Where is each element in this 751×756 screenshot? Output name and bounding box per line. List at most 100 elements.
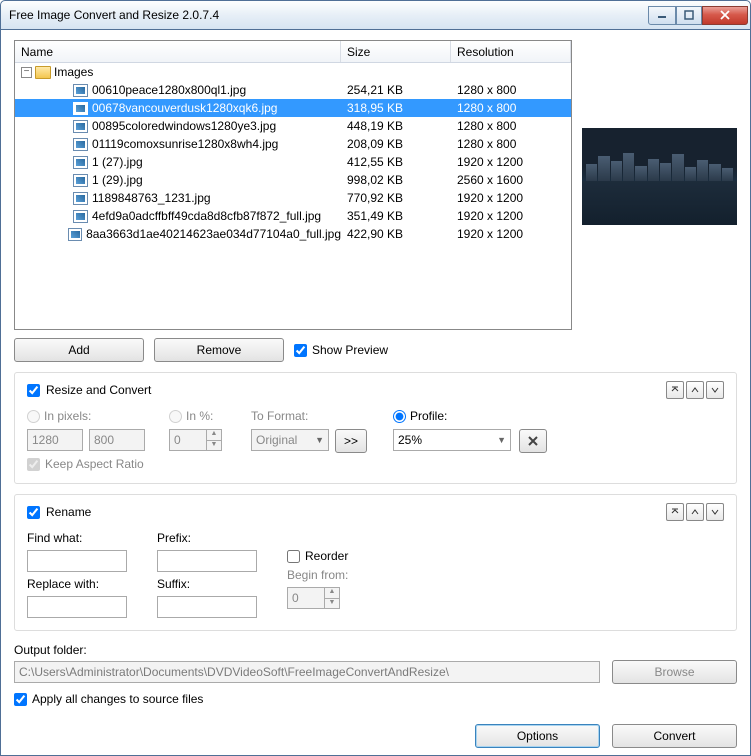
image-file-icon	[68, 228, 82, 241]
width-input[interactable]: 1280	[27, 429, 83, 451]
height-input[interactable]: 800	[89, 429, 145, 451]
file-name: 4efd9a0adcffbff49cda8d8cfb87f872_full.jp…	[92, 209, 341, 223]
image-file-icon	[73, 174, 88, 187]
file-name: 1 (27).jpg	[92, 155, 341, 169]
file-resolution: 1920 x 1200	[451, 191, 571, 205]
percent-input[interactable]: 0	[169, 429, 207, 451]
panel-up-icon[interactable]	[686, 381, 704, 399]
panel-up-icon[interactable]	[686, 503, 704, 521]
image-file-icon	[73, 120, 88, 133]
panel-top-icon[interactable]	[666, 381, 684, 399]
image-file-icon	[73, 210, 88, 223]
titlebar[interactable]: Free Image Convert and Resize 2.0.7.4	[0, 0, 751, 30]
begin-from-label: Begin from:	[287, 568, 348, 582]
reorder-check[interactable]: Reorder	[287, 549, 348, 563]
suffix-input[interactable]	[157, 596, 257, 618]
file-row[interactable]: 4efd9a0adcffbff49cda8d8cfb87f872_full.jp…	[15, 207, 571, 225]
collapse-icon[interactable]: −	[21, 67, 32, 78]
file-row[interactable]: 1 (27).jpg412,55 KB1920 x 1200	[15, 153, 571, 171]
rename-enable-checkbox[interactable]	[27, 506, 40, 519]
preview-pane	[582, 40, 737, 362]
file-resolution: 1280 x 800	[451, 119, 571, 133]
file-name: 8aa3663d1ae40214623ae034d77104a0_full.jp…	[86, 227, 341, 241]
file-resolution: 1920 x 1200	[451, 227, 571, 241]
in-percent-radio[interactable]: In %:	[169, 409, 237, 423]
tree-root[interactable]: −Images	[15, 63, 571, 81]
minimize-button[interactable]	[648, 6, 676, 25]
resize-panel: Resize and Convert In pixels: 1280 800 K…	[14, 372, 737, 484]
file-row[interactable]: 1189848763_1231.jpg770,92 KB1920 x 1200	[15, 189, 571, 207]
apply-format-button[interactable]: >>	[335, 429, 367, 453]
file-size: 448,19 KB	[341, 119, 451, 133]
file-row[interactable]: 00678vancouverdusk1280xqk6.jpg318,95 KB1…	[15, 99, 571, 117]
file-name: 00895coloredwindows1280ye3.jpg	[92, 119, 341, 133]
keep-aspect-check[interactable]: Keep Aspect Ratio	[27, 457, 155, 471]
col-header-name[interactable]: Name	[15, 41, 341, 62]
file-resolution: 1280 x 800	[451, 137, 571, 151]
file-list[interactable]: Name Size Resolution −Images00610peace12…	[14, 40, 572, 330]
file-size: 412,55 KB	[341, 155, 451, 169]
apply-all-check[interactable]: Apply all changes to source files	[14, 692, 737, 706]
convert-button[interactable]: Convert	[612, 724, 737, 748]
file-resolution: 1920 x 1200	[451, 155, 571, 169]
file-row[interactable]: 01119comoxsunrise1280x8wh4.jpg208,09 KB1…	[15, 135, 571, 153]
file-name: 1189848763_1231.jpg	[92, 191, 341, 205]
maximize-button[interactable]	[676, 6, 702, 25]
file-row[interactable]: 00895coloredwindows1280ye3.jpg448,19 KB1…	[15, 117, 571, 135]
file-row[interactable]: 1 (29).jpg998,02 KB2560 x 1600	[15, 171, 571, 189]
image-file-icon	[73, 84, 88, 97]
prefix-label: Prefix:	[157, 531, 257, 545]
remove-button[interactable]: Remove	[154, 338, 284, 362]
panel-down-icon[interactable]	[706, 381, 724, 399]
image-file-icon	[73, 156, 88, 169]
col-header-size[interactable]: Size	[341, 41, 451, 62]
format-combo[interactable]: Original▼	[251, 429, 329, 451]
delete-profile-button[interactable]	[519, 429, 547, 453]
find-what-input[interactable]	[27, 550, 127, 572]
browse-button[interactable]: Browse	[612, 660, 737, 684]
file-size: 254,21 KB	[341, 83, 451, 97]
to-format-label: To Format:	[251, 409, 379, 423]
output-folder-label: Output folder:	[14, 643, 737, 657]
window-title: Free Image Convert and Resize 2.0.7.4	[9, 8, 648, 22]
file-size: 998,02 KB	[341, 173, 451, 187]
prefix-input[interactable]	[157, 550, 257, 572]
file-resolution: 1920 x 1200	[451, 209, 571, 223]
show-preview-checkbox[interactable]	[294, 344, 307, 357]
options-button[interactable]: Options	[475, 724, 600, 748]
image-file-icon	[73, 102, 88, 115]
begin-from-input[interactable]: 0	[287, 587, 325, 609]
file-row[interactable]: 00610peace1280x800ql1.jpg254,21 KB1280 x…	[15, 81, 571, 99]
rename-panel: Rename Find what: Replace with: Prefix: …	[14, 494, 737, 631]
rename-title: Rename	[46, 505, 666, 519]
panel-down-icon[interactable]	[706, 503, 724, 521]
col-header-resolution[interactable]: Resolution	[451, 41, 571, 62]
file-size: 318,95 KB	[341, 101, 451, 115]
image-file-icon	[73, 192, 88, 205]
file-row[interactable]: 8aa3663d1ae40214623ae034d77104a0_full.jp…	[15, 225, 571, 243]
file-name: 1 (29).jpg	[92, 173, 341, 187]
file-size: 770,92 KB	[341, 191, 451, 205]
output-folder-input[interactable]	[14, 661, 600, 683]
file-resolution: 2560 x 1600	[451, 173, 571, 187]
close-button[interactable]	[702, 6, 748, 25]
image-file-icon	[73, 138, 88, 151]
in-pixels-radio[interactable]: In pixels:	[27, 409, 155, 423]
resize-enable-checkbox[interactable]	[27, 384, 40, 397]
add-button[interactable]: Add	[14, 338, 144, 362]
file-list-header: Name Size Resolution	[15, 41, 571, 63]
resize-title: Resize and Convert	[46, 383, 666, 397]
panel-top-icon[interactable]	[666, 503, 684, 521]
file-name: 01119comoxsunrise1280x8wh4.jpg	[92, 137, 341, 151]
profile-combo[interactable]: 25%▼	[393, 429, 511, 451]
show-preview-check[interactable]: Show Preview	[294, 343, 388, 357]
folder-icon	[35, 66, 51, 79]
profile-radio[interactable]: Profile:	[393, 409, 724, 423]
find-what-label: Find what:	[27, 531, 127, 545]
suffix-label: Suffix:	[157, 577, 257, 591]
preview-image	[582, 128, 737, 225]
file-resolution: 1280 x 800	[451, 83, 571, 97]
file-size: 422,90 KB	[341, 227, 451, 241]
replace-with-label: Replace with:	[27, 577, 127, 591]
replace-with-input[interactable]	[27, 596, 127, 618]
